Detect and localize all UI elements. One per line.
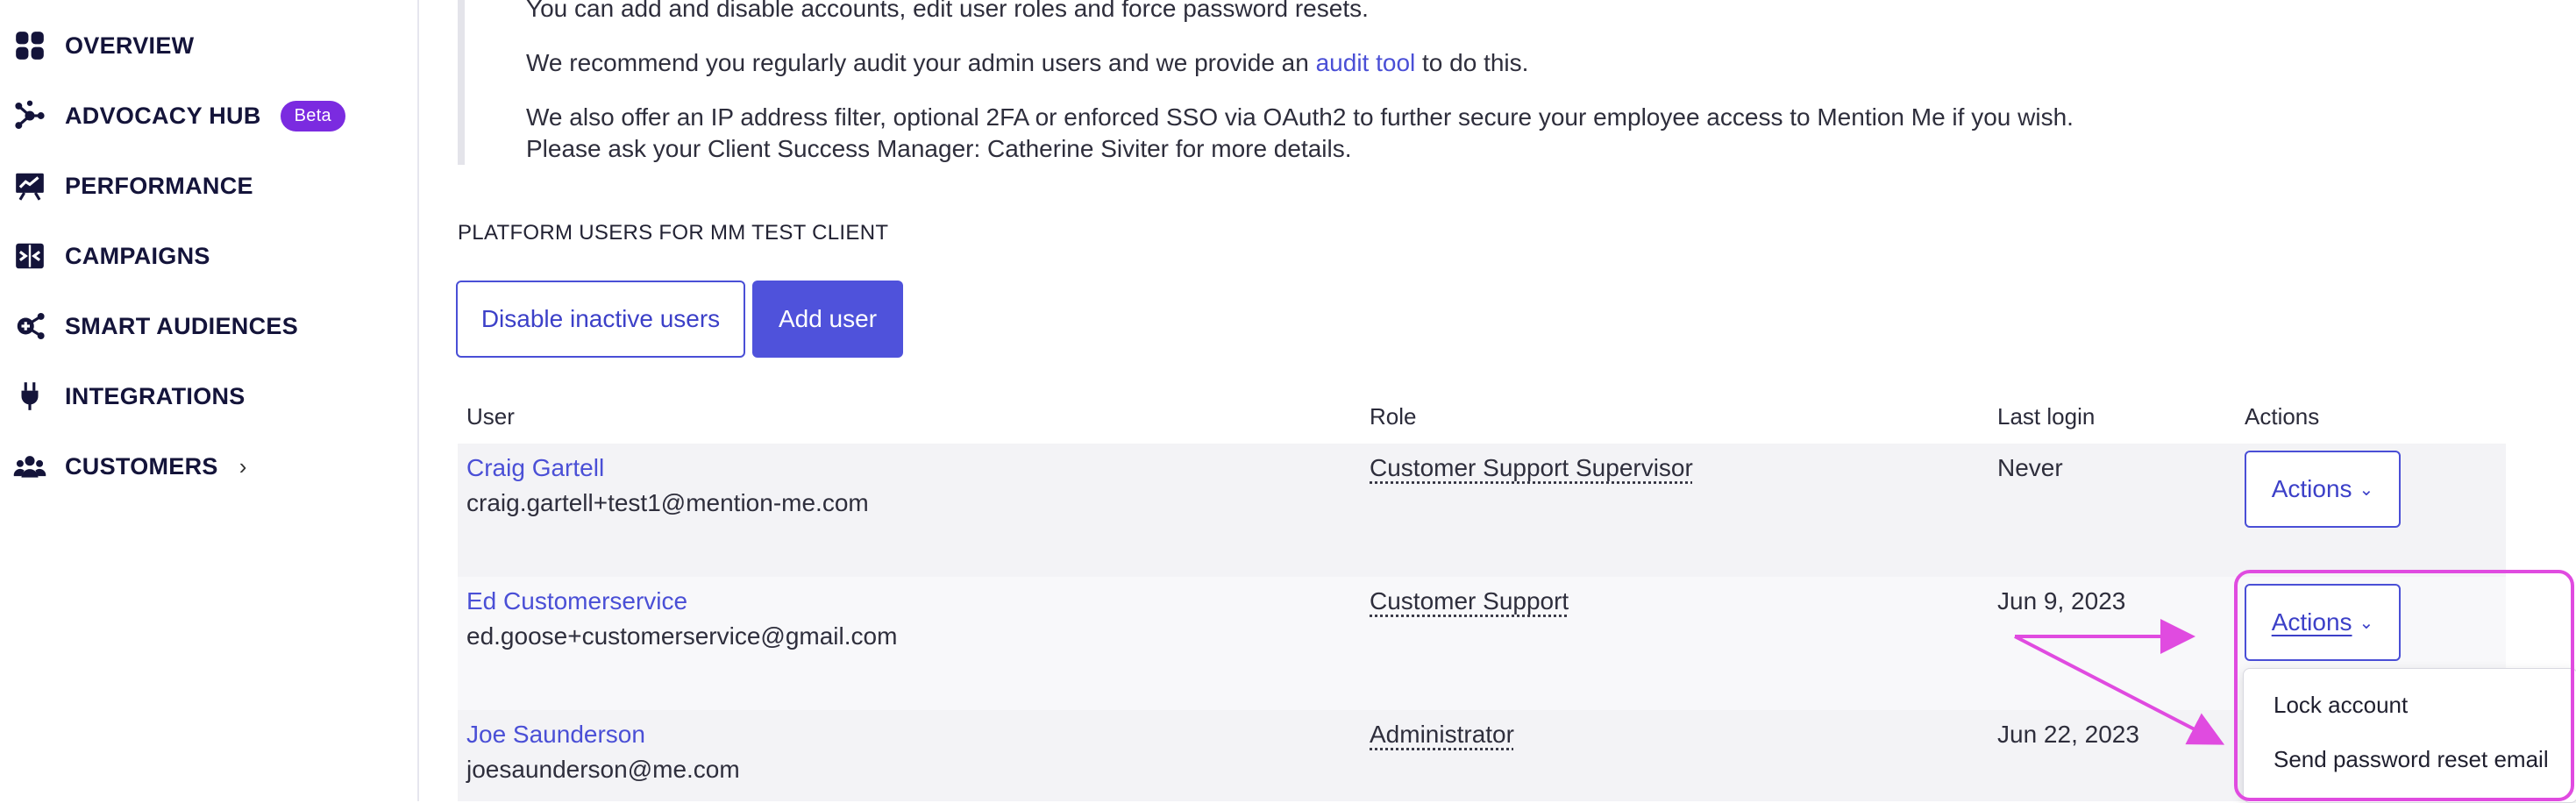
header-actions: Actions bbox=[2245, 403, 2320, 430]
user-name-link[interactable]: Ed Customerservice bbox=[466, 587, 687, 615]
user-email: ed.goose+customerservice@gmail.com bbox=[466, 622, 898, 650]
nav-item-campaigns[interactable]: CAMPAIGNS bbox=[12, 230, 210, 282]
user-role[interactable]: Administrator bbox=[1370, 721, 1514, 749]
header-last-login: Last login bbox=[1997, 403, 2096, 430]
menu-item-send-password-reset[interactable]: Send password reset email bbox=[2274, 746, 2549, 773]
nav-label: SMART AUDIENCES bbox=[65, 312, 299, 339]
people-icon bbox=[12, 449, 47, 484]
sidebar: OVERVIEW ADVOCACY HUB Beta PERFORMANCE C… bbox=[0, 0, 419, 801]
actions-button-open[interactable]: Actions ⌄ bbox=[2245, 584, 2401, 661]
disable-inactive-users-button[interactable]: Disable inactive users bbox=[456, 281, 745, 358]
table-row: Joe Saunderson joesaunderson@me.com Admi… bbox=[458, 710, 2506, 801]
chevron-down-icon: ⌄ bbox=[2359, 480, 2374, 500]
last-login: Jun 22, 2023 bbox=[1997, 721, 2139, 748]
campaign-icon bbox=[12, 238, 47, 274]
nav-label: OVERVIEW bbox=[65, 32, 195, 59]
beta-badge: Beta bbox=[280, 100, 345, 131]
table-row: Ed Customerservice ed.goose+customerserv… bbox=[458, 577, 2506, 710]
nav-item-integrations[interactable]: INTEGRATIONS bbox=[12, 370, 246, 423]
user-role[interactable]: Customer Support Supervisor bbox=[1370, 454, 1693, 482]
nav-item-advocacy-hub[interactable]: ADVOCACY HUB Beta bbox=[12, 89, 345, 142]
info-line-2: We recommend you regularly audit your ad… bbox=[526, 49, 1529, 76]
user-role[interactable]: Customer Support bbox=[1370, 587, 1569, 615]
user-name-link[interactable]: Joe Saunderson bbox=[466, 721, 645, 749]
info-callout: You can add and disable accounts, edit u… bbox=[458, 0, 2218, 165]
nav-item-customers[interactable]: CUSTOMERS › bbox=[12, 440, 247, 493]
nav-label: CUSTOMERS bbox=[65, 452, 218, 480]
nav-label: ADVOCACY HUB bbox=[65, 102, 261, 129]
grid-icon bbox=[12, 28, 47, 63]
user-name-link[interactable]: Craig Gartell bbox=[466, 454, 604, 482]
nav-label: CAMPAIGNS bbox=[65, 242, 210, 269]
nav-label: PERFORMANCE bbox=[65, 172, 253, 199]
actions-dropdown-menu: Lock account Send password reset email bbox=[2243, 668, 2576, 803]
audience-icon bbox=[12, 309, 47, 344]
audit-tool-link[interactable]: audit tool bbox=[1316, 49, 1416, 76]
section-title: PLATFORM USERS FOR MM TEST CLIENT bbox=[458, 221, 889, 245]
info-line-4: Please ask your Client Success Manager: … bbox=[526, 135, 1352, 162]
nav-item-smart-audiences[interactable]: SMART AUDIENCES bbox=[12, 300, 298, 352]
chevron-down-icon: ⌄ bbox=[2359, 613, 2374, 633]
plug-icon bbox=[12, 379, 47, 414]
last-login: Never bbox=[1997, 454, 2063, 481]
chart-board-icon bbox=[12, 168, 47, 203]
header-user: User bbox=[466, 403, 515, 430]
chevron-right-icon: › bbox=[238, 452, 247, 480]
nav-label: INTEGRATIONS bbox=[65, 382, 246, 409]
menu-item-lock-account[interactable]: Lock account bbox=[2274, 692, 2408, 719]
table-row: Craig Gartell craig.gartell+test1@mentio… bbox=[458, 444, 2506, 577]
info-line-1: You can add and disable accounts, edit u… bbox=[526, 0, 1369, 22]
nav-item-overview[interactable]: OVERVIEW bbox=[12, 19, 194, 72]
header-role: Role bbox=[1370, 403, 1417, 430]
nav-item-performance[interactable]: PERFORMANCE bbox=[12, 160, 253, 212]
add-user-button[interactable]: Add user bbox=[752, 281, 903, 358]
last-login: Jun 9, 2023 bbox=[1997, 587, 2126, 615]
info-line-3: We also offer an IP address filter, opti… bbox=[526, 103, 2074, 131]
user-email: craig.gartell+test1@mention-me.com bbox=[466, 489, 869, 516]
network-icon bbox=[12, 98, 47, 133]
actions-button[interactable]: Actions ⌄ bbox=[2245, 451, 2401, 528]
user-email: joesaunderson@me.com bbox=[466, 756, 740, 783]
